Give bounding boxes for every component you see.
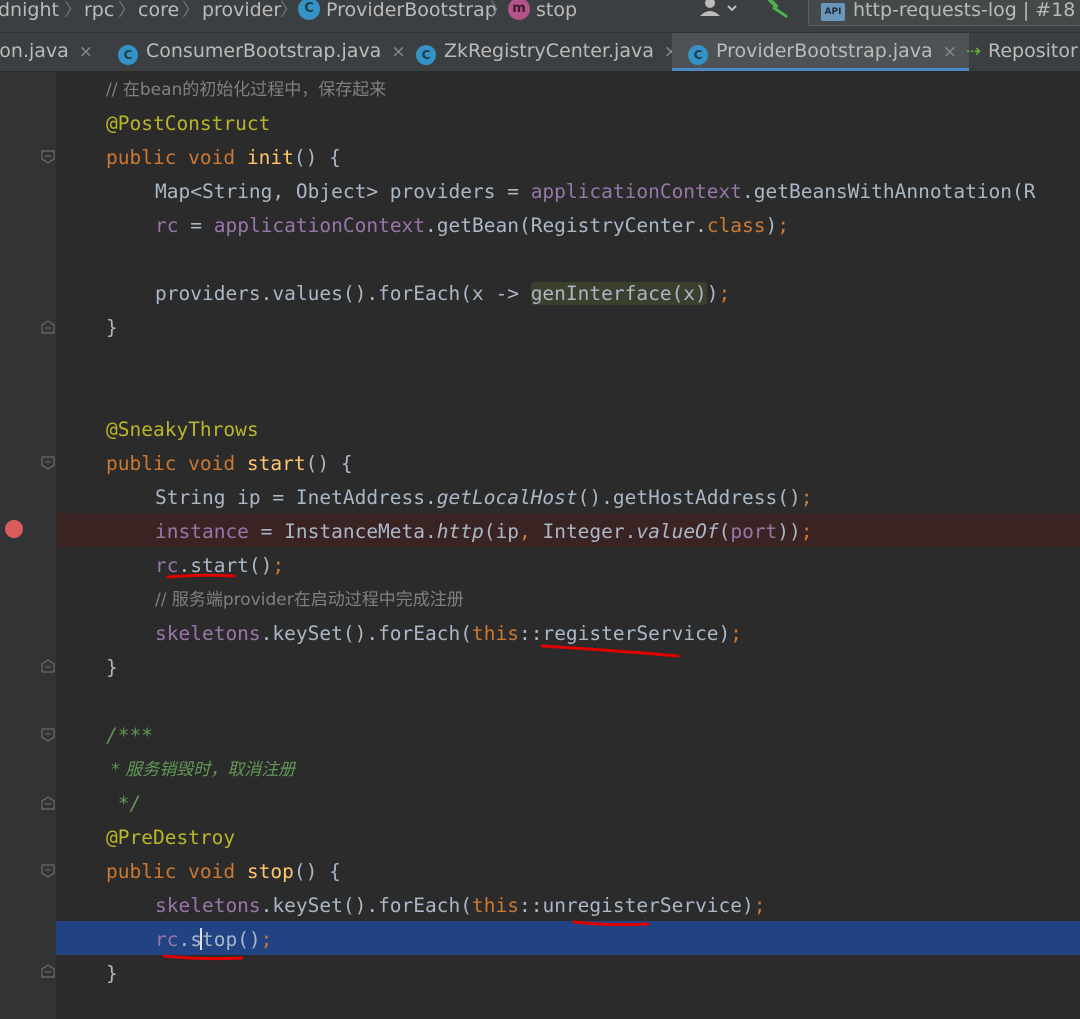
code-line-current: rc.stop(); (155, 928, 273, 951)
code-brace: } (106, 962, 118, 985)
code-line: providers.values().forEach(x -> genInter… (155, 282, 731, 305)
code-line: skeletons.keySet().forEach(this::unregis… (155, 894, 766, 917)
code-doc-comment: * 服务销毁时，取消注册 (106, 760, 296, 780)
code-editor[interactable]: // 在bean的初始化过程中，保存起来 @PostConstruct publ… (0, 0, 1080, 1019)
code-brace: } (106, 656, 118, 679)
code-line-breakpoint: instance = InstanceMeta.http(ip, Integer… (155, 520, 813, 543)
code-line: Map<String, Object> providers = applicat… (155, 180, 1036, 203)
code-line-stop-signature: public void stop() { (106, 860, 341, 883)
code-comment: // 在bean的初始化过程中，保存起来 (106, 80, 387, 100)
code-line: String ip = InetAddress.getLocalHost().g… (155, 486, 813, 509)
code-line: skeletons.keySet().forEach(this::registe… (155, 622, 743, 645)
code-annotation: @PreDestroy (106, 826, 236, 849)
code-annotation: @SneakyThrows (106, 418, 259, 441)
method-name: stop (246, 860, 294, 883)
code-line-init-signature: public void init() { (106, 146, 341, 169)
method-name: start (246, 452, 306, 475)
code-brace: } (106, 316, 118, 339)
code-annotation: @PostConstruct (106, 112, 271, 135)
code-line-start-signature: public void start() { (106, 452, 353, 475)
code-line: rc = applicationContext.getBean(Registry… (155, 214, 790, 237)
code-comment: // 服务端provider在启动过程中完成注册 (155, 590, 464, 610)
highlighted-call: genInterface(x) (530, 282, 707, 305)
code-doc-comment: */ (106, 792, 142, 815)
method-name: init (246, 146, 294, 169)
code-line: rc.start(); (155, 554, 285, 577)
code-doc-comment: /*** (106, 724, 153, 747)
